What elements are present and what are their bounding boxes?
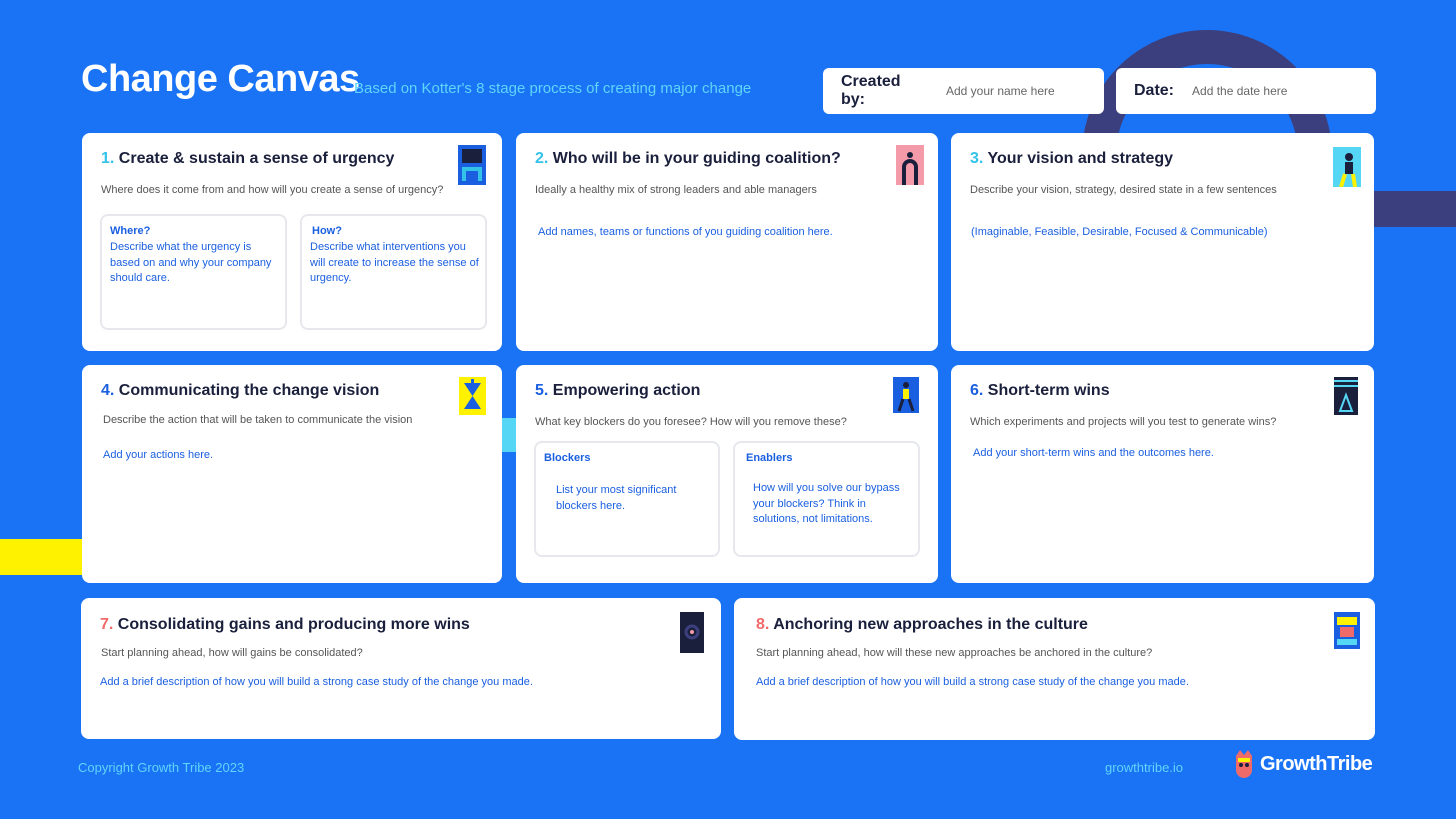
where-text: Describe what the urgency is based on an…: [110, 241, 272, 284]
card-description: Describe your vision, strategy, desired …: [970, 184, 1277, 196]
card-short-term-wins: 6. Short-term wins Which experiments and…: [951, 365, 1374, 583]
how-title: How?: [312, 225, 342, 237]
card-consolidating-gains: 7. Consolidating gains and producing mor…: [81, 598, 721, 739]
how-text: Describe what interventions you will cre…: [310, 241, 479, 284]
pattern-icon: [1334, 612, 1360, 649]
how-box[interactable]: How? Describe what interventions you wil…: [300, 214, 487, 330]
card-title: 6. Short-term wins: [970, 382, 1110, 399]
card-hint[interactable]: Add a brief description of how you will …: [756, 676, 1189, 688]
card-hint[interactable]: Add a brief description of how you will …: [100, 676, 533, 688]
where-title: Where?: [110, 225, 151, 237]
growthtribe-logo: GrowthTribe: [1234, 750, 1373, 778]
card-empowering-action: 5. Empowering action What key blockers d…: [516, 365, 938, 583]
card-description: Describe the action that will be taken t…: [103, 414, 413, 426]
blockers-text: List your most significant blockers here…: [556, 484, 677, 512]
date-label: Date:: [1134, 82, 1175, 99]
card-title: 5. Empowering action: [535, 382, 701, 399]
enablers-box[interactable]: Enablers How will you solve our bypass y…: [733, 441, 920, 557]
card-communicating-vision: 4. Communicating the change vision Descr…: [82, 365, 502, 583]
climbing-figure-icon: [893, 377, 919, 413]
date-box: Date:: [1116, 68, 1376, 114]
card-guiding-coalition: 2. Who will be in your guiding coalition…: [516, 133, 938, 351]
hourglass-icon: [459, 377, 486, 415]
decorative-bar-yellow: [0, 539, 84, 575]
tribe-mask-icon: [1236, 750, 1252, 778]
vision-figure-icon: [1333, 147, 1361, 187]
page-subtitle: Based on Kotter's 8 stage process of cre…: [354, 80, 752, 97]
card-hint[interactable]: (Imaginable, Feasible, Desirable, Focuse…: [971, 226, 1268, 238]
card-hint[interactable]: Add names, teams or functions of you gui…: [538, 226, 833, 238]
trophy-icon: [1334, 377, 1358, 415]
created-by-input[interactable]: [945, 84, 1104, 98]
card-title: 2. Who will be in your guiding coalition…: [535, 150, 841, 167]
card-title: 8. Anchoring new approaches in the cultu…: [756, 616, 1088, 633]
card-description: What key blockers do you foresee? How wi…: [535, 416, 847, 428]
card-title: 3. Your vision and strategy: [970, 150, 1174, 167]
card-title: 7. Consolidating gains and producing mor…: [100, 616, 470, 633]
card-description: Start planning ahead, how will these new…: [756, 647, 1153, 659]
building-icon: [458, 145, 486, 185]
blockers-box[interactable]: Blockers List your most significant bloc…: [534, 441, 720, 557]
enablers-title: Enablers: [746, 452, 793, 464]
card-urgency: 1. Create & sustain a sense of urgency W…: [82, 133, 502, 351]
card-hint[interactable]: Add your short-term wins and the outcome…: [973, 447, 1214, 459]
card-description: Start planning ahead, how will gains be …: [101, 647, 363, 659]
card-vision-strategy: 3. Your vision and strategy Describe you…: [951, 133, 1374, 351]
card-description: Where does it come from and how will you…: [101, 184, 444, 196]
enablers-text: How will you solve our bypass your block…: [753, 482, 900, 525]
website-link[interactable]: growthtribe.io: [1105, 760, 1183, 775]
created-by-label: Created by:: [841, 73, 901, 108]
card-description: Ideally a healthy mix of strong leaders …: [535, 184, 817, 196]
blockers-title: Blockers: [544, 452, 591, 464]
created-by-box: Created by:: [823, 68, 1104, 114]
gear-icon: [680, 612, 704, 653]
card-anchoring-culture: 8. Anchoring new approaches in the cultu…: [734, 598, 1375, 740]
card-title: 4. Communicating the change vision: [101, 382, 380, 399]
person-icon: [896, 145, 924, 185]
decorative-bar-navy: [1374, 191, 1456, 227]
card-title: 1. Create & sustain a sense of urgency: [101, 150, 395, 167]
copyright-text: Copyright Growth Tribe 2023: [78, 760, 245, 775]
where-box[interactable]: Where? Describe what the urgency is base…: [100, 214, 287, 330]
page-title: Change Canvas: [81, 58, 360, 100]
logo-text: GrowthTribe: [1260, 752, 1373, 775]
card-hint[interactable]: Add your actions here.: [103, 449, 213, 461]
card-description: Which experiments and projects will you …: [970, 416, 1277, 428]
date-input[interactable]: [1192, 84, 1353, 98]
